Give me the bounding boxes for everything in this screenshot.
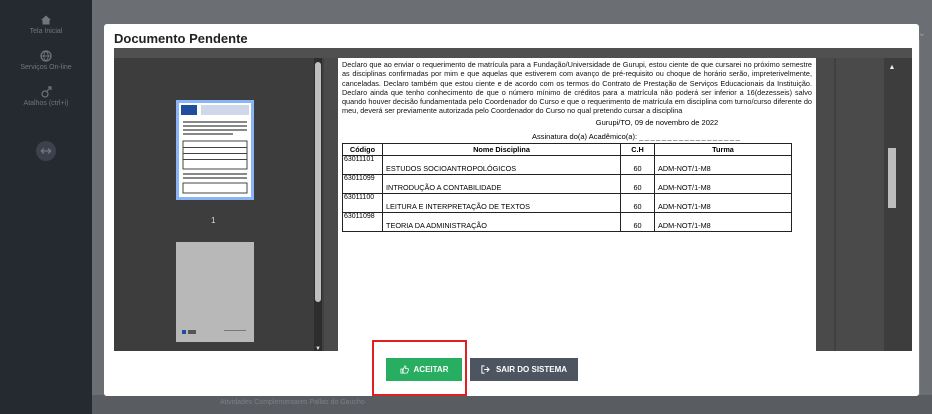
collapse-arrows-icon xyxy=(36,141,56,161)
exit-system-button[interactable]: SAIR DO SISTEMA xyxy=(470,358,578,381)
table-header: Turma xyxy=(654,142,792,156)
sidebar-toggle-button[interactable] xyxy=(0,140,92,164)
sidebar: Tela Inicial Serviços On-line Atalhos (c… xyxy=(0,0,92,414)
cell-class: ADM-NOT/1-M8 xyxy=(654,211,792,232)
thumbnail-panel: 1 2 xyxy=(114,58,322,368)
globe-icon xyxy=(40,50,52,62)
cell-code: 63011098 xyxy=(342,211,383,232)
cell-class: ADM-NOT/1-M8 xyxy=(654,173,792,194)
page-thumbnail-1[interactable] xyxy=(176,100,254,200)
page-area: Declaro que ao enviar o requerimento de … xyxy=(324,58,834,368)
scrollbar-thumb[interactable] xyxy=(888,148,896,208)
viewer-right-gutter xyxy=(836,58,884,368)
city-date: Gurupi/TO, 09 de novembro de 2022 xyxy=(595,117,719,127)
pdf-toolbar xyxy=(114,48,912,58)
cell-code: 63011101 xyxy=(342,154,383,175)
signature-blank: __________________ xyxy=(639,131,742,141)
sidebar-item-label: Serviços On-line xyxy=(20,64,72,71)
signature-line: Assinatura do(a) Acadêmico(a): _________… xyxy=(532,132,812,141)
sidebar-item-home[interactable]: Tela Inicial xyxy=(0,14,92,35)
scrollbar-thumb[interactable] xyxy=(315,62,321,302)
cell-ch: 60 xyxy=(620,192,655,213)
table-row: 63011100 LEITURA E INTERPRETAÇÃO DE TEXT… xyxy=(342,192,792,213)
document-scrollbar[interactable]: ▲ ▼ xyxy=(884,58,912,368)
sidebar-item-label: Tela Inicial xyxy=(29,28,63,35)
table-row: 63011098 TEORIA DA ADMINISTRAÇÃO 60 ADM-… xyxy=(342,211,792,232)
sidebar-item-online-services[interactable]: Serviços On-line xyxy=(0,50,92,71)
exit-button-label: SAIR DO SISTEMA xyxy=(495,365,568,374)
cell-ch: 60 xyxy=(620,211,655,232)
cell-class: ADM-NOT/1-M8 xyxy=(654,192,792,213)
scroll-up-arrow-icon[interactable]: ▲ xyxy=(884,64,900,71)
declaration-text: Declaro que ao enviar o requerimento de … xyxy=(342,60,812,116)
table-header: Código xyxy=(342,142,383,156)
cell-code: 63011099 xyxy=(342,173,383,194)
cell-code: 63011100 xyxy=(342,192,383,213)
table-row: 63011101 ESTUDOS SOCIOANTROPOLÓGICOS 60 … xyxy=(342,154,792,175)
highlight-box xyxy=(372,340,467,396)
signature-label: Assinatura do(a) Acadêmico(a): xyxy=(532,131,638,141)
modal-title: Documento Pendente xyxy=(114,31,248,46)
pdf-viewer: 1 2 ▼ Declaro que ao enviar o requerimen… xyxy=(114,48,912,368)
table-header: C.H xyxy=(620,142,655,156)
cell-ch: 60 xyxy=(620,154,655,175)
home-icon xyxy=(41,15,51,25)
cell-class: ADM-NOT/1-M8 xyxy=(654,154,792,175)
thumbnail-preview xyxy=(181,105,249,194)
table-header: Nome Disciplina xyxy=(382,142,621,156)
sidebar-item-label: Atalhos (ctrl+i) xyxy=(23,100,69,107)
thumbnail-label: 1 xyxy=(211,216,216,225)
shortcut-icon xyxy=(41,86,52,98)
document-page: Declaro que ao enviar o requerimento de … xyxy=(338,58,816,358)
pending-document-modal: Documento Pendente 1 ▼ Declaro que ao en… xyxy=(104,24,919,396)
cell-name: LEITURA E INTERPRETAÇÃO DE TEXTOS xyxy=(382,192,621,213)
disciplines-table: Código Nome Disciplina C.H Turma 6301110… xyxy=(342,142,792,232)
table-row: 63011099 INTRODUÇÃO A CONTABILIDADE 60 A… xyxy=(342,173,792,194)
thumbnail-preview xyxy=(182,330,246,334)
background-footer-text: Atividades Complementares Pallas do Gauc… xyxy=(220,399,365,406)
thumbnail-scrollbar[interactable]: ▼ xyxy=(314,58,322,356)
cell-name: INTRODUÇÃO A CONTABILIDADE xyxy=(382,173,621,194)
cell-name: TEORIA DA ADMINISTRAÇÃO xyxy=(382,211,621,232)
background-footer: Atividades Complementares Pallas do Gauc… xyxy=(92,395,932,414)
sign-out-icon xyxy=(481,365,490,374)
sidebar-item-shortcuts[interactable]: Atalhos (ctrl+i) xyxy=(0,86,92,107)
cell-name: ESTUDOS SOCIOANTROPOLÓGICOS xyxy=(382,154,621,175)
page-thumbnail-2[interactable] xyxy=(176,242,254,342)
cell-ch: 60 xyxy=(620,173,655,194)
